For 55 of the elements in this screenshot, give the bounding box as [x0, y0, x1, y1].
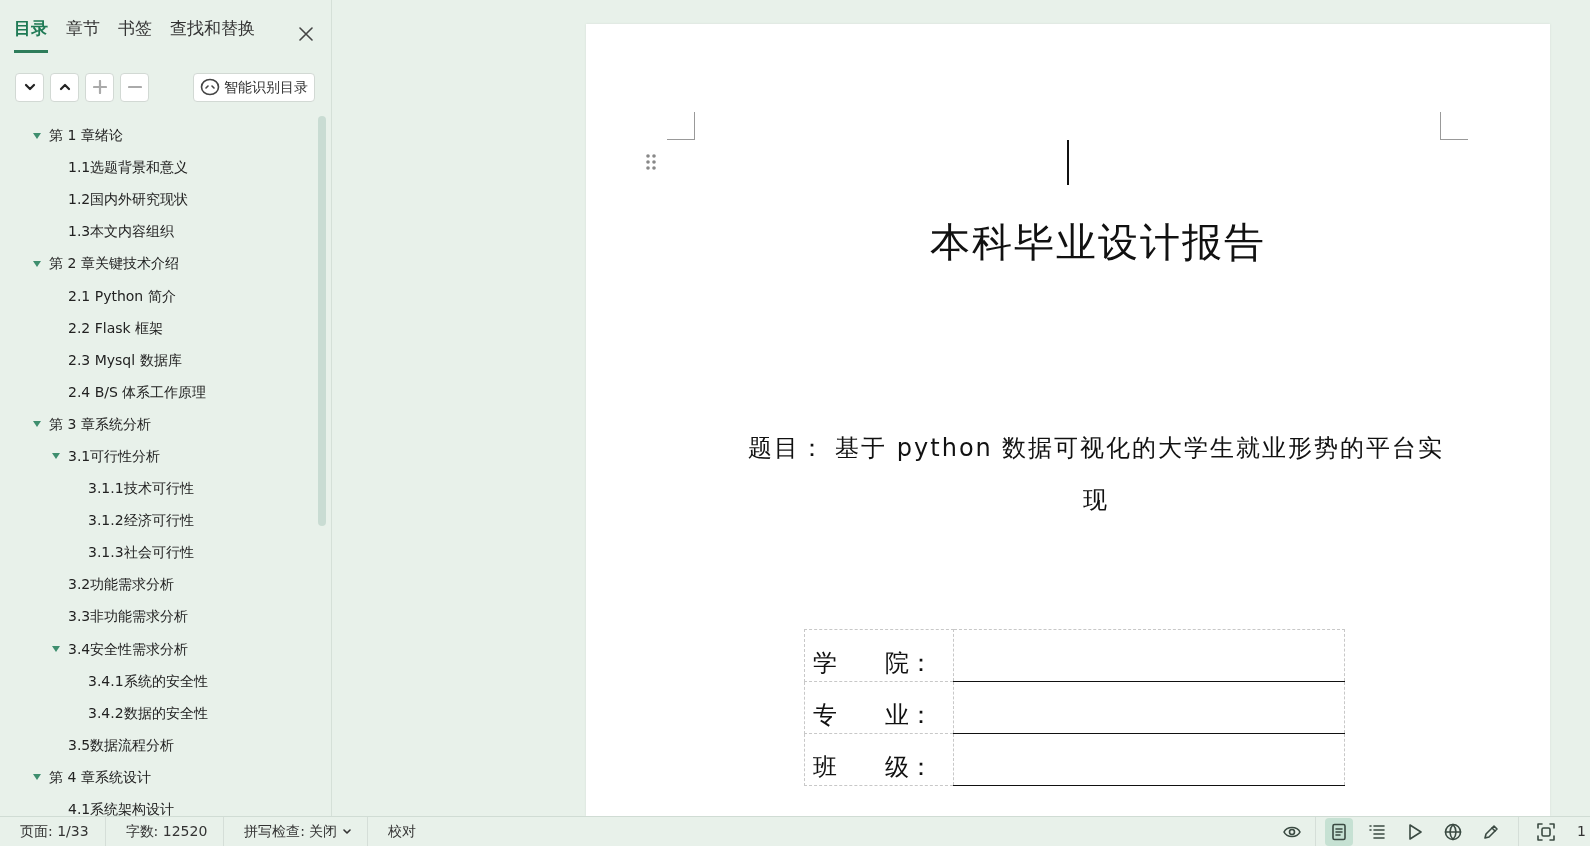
outline-item[interactable]: 第 2 章关键技术介绍 — [0, 247, 331, 280]
caret-icon — [343, 828, 352, 835]
panel-tab[interactable]: 目录 — [14, 14, 48, 53]
globe-icon — [1444, 822, 1463, 841]
play-icon — [1406, 822, 1425, 841]
outline-item[interactable]: 3.2功能需求分析 — [0, 568, 331, 601]
panel-tab[interactable]: 查找和替换 — [170, 14, 255, 53]
outline-item[interactable]: 3.5数据流程分析 — [0, 729, 331, 762]
outline-item[interactable]: 第 4 章系统设计 — [0, 761, 331, 794]
outline-item[interactable]: 1.1选题背景和意义 — [0, 151, 331, 184]
field-label: 专 业： — [804, 681, 954, 734]
field-label: 班 级： — [804, 733, 954, 786]
fit-screen-icon — [1537, 822, 1556, 841]
outline-item[interactable]: 第 3 章系统分析 — [0, 408, 331, 441]
outline-item[interactable]: 3.4.2数据的安全性 — [0, 697, 331, 730]
spell-check-dropdown[interactable]: 拼写检查: 关闭 — [224, 817, 369, 846]
field-label: 学 院： — [804, 629, 954, 682]
scrollbar[interactable] — [318, 116, 326, 526]
outline-item[interactable]: 3.1.1技术可行性 — [0, 472, 331, 505]
panel-tab[interactable]: 章节 — [66, 14, 100, 53]
outline-item[interactable]: 3.1.3社会可行性 — [0, 536, 331, 569]
topic-text: 题目： 基于 python 数据可视化的大学生就业形势的平台实现 — [746, 433, 1446, 516]
outline-item[interactable]: 2.1 Python 简介 — [0, 279, 331, 313]
outline-item[interactable]: 1.3本文内容组织 — [0, 215, 331, 248]
outline-item[interactable]: 2.2 Flask 框架 — [0, 312, 331, 345]
corner-mark — [1440, 112, 1468, 140]
close-icon — [299, 26, 313, 41]
move-up-button[interactable] — [50, 72, 79, 102]
page-count: 页面: 1/33 — [0, 817, 106, 846]
panel-tab[interactable]: 书签 — [118, 14, 152, 53]
smile-icon — [200, 78, 220, 96]
proofread-button[interactable]: 校对 — [368, 821, 437, 842]
move-down-button[interactable] — [15, 72, 44, 102]
word-count: 字数: 12520 — [105, 817, 225, 846]
outline-item[interactable]: 3.3非功能需求分析 — [0, 600, 331, 633]
plus-icon — [92, 80, 107, 94]
outline-item[interactable]: 2.3 Mysql 数据库 — [0, 344, 331, 377]
drag-handle-icon[interactable] — [646, 154, 656, 170]
outline-item[interactable]: 第 1 章绪论 — [0, 119, 331, 152]
outline-item[interactable]: 3.1可行性分析 — [0, 440, 331, 473]
text-cursor — [1067, 140, 1069, 185]
zoom-level[interactable]: 1 — [1577, 821, 1586, 842]
smart-detect-button[interactable]: 智能识别目录 — [193, 72, 315, 102]
document-title: 本科毕业设计报告 — [929, 218, 1267, 267]
outline-item[interactable]: 3.4.1系统的安全性 — [0, 665, 331, 698]
pen-icon — [1482, 822, 1501, 841]
outline-item[interactable]: 2.4 B/S 体系工作原理 — [0, 376, 331, 409]
outline-item[interactable]: 4.1系统架构设计 — [0, 793, 331, 816]
page-view-button[interactable] — [1325, 817, 1354, 846]
page-icon — [1330, 822, 1349, 841]
outline-item[interactable]: 3.1.2经济可行性 — [0, 504, 331, 537]
outline-item[interactable]: 3.4安全性需求分析 — [0, 633, 331, 666]
list-icon — [1368, 822, 1387, 841]
outline-item[interactable]: 1.2国内外研究现状 — [0, 183, 331, 216]
corner-mark — [667, 112, 695, 140]
